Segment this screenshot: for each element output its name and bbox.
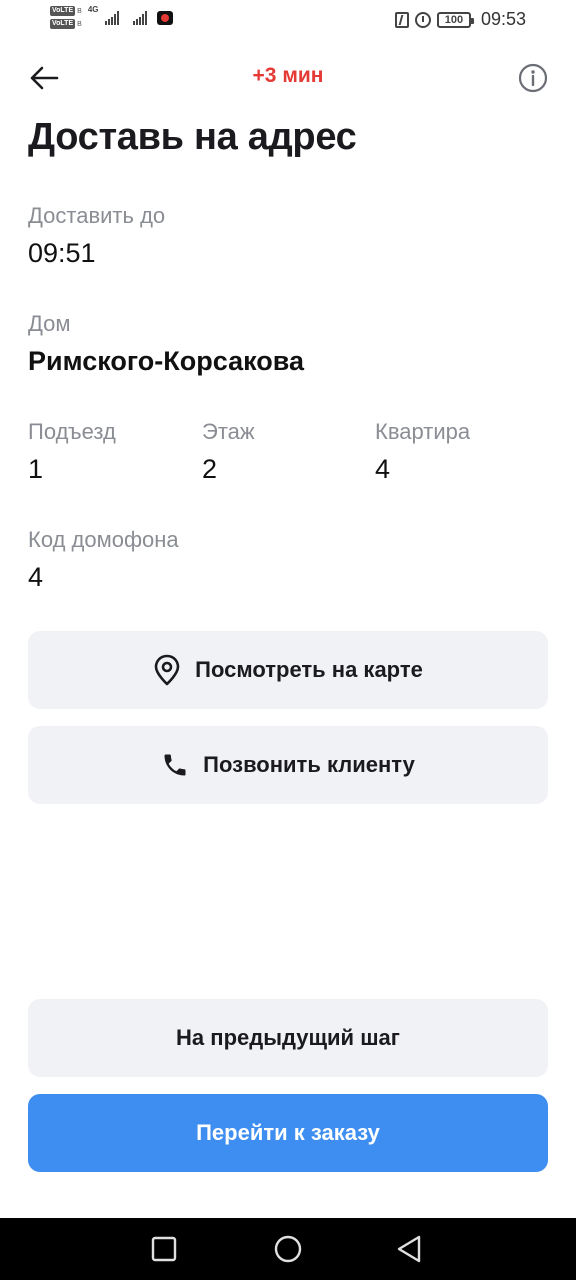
alarm-icon xyxy=(414,11,431,28)
call-client-label: Позвонить клиенту xyxy=(203,752,415,777)
apartment-value: 4 xyxy=(375,454,391,484)
floor-label: Этаж xyxy=(202,419,255,444)
deadline-value: 09:51 xyxy=(28,238,96,268)
volte-badge: VoLTE xyxy=(50,6,76,16)
triangle-back-icon xyxy=(397,1235,421,1263)
signal-icon xyxy=(105,10,120,25)
arrow-left-icon xyxy=(30,66,59,90)
battery-icon: 100 xyxy=(436,11,474,28)
nfc-icon xyxy=(394,11,409,28)
entrance-label: Подъезд xyxy=(28,419,116,444)
deadline-label: Доставить до xyxy=(28,203,166,228)
app-notification-icon xyxy=(157,10,174,25)
previous-step-label: На предыдущий шаг xyxy=(176,1025,400,1050)
entrance-value: 1 xyxy=(28,454,44,484)
status-bar: VoLTE B VoLTE B 4G 100 09:53 xyxy=(0,0,576,40)
status-time: 09:53 xyxy=(480,9,526,29)
intercom-value: 4 xyxy=(28,562,44,592)
call-client-button[interactable]: Позвонить клиенту xyxy=(28,726,548,804)
home-button[interactable] xyxy=(271,1232,305,1266)
info-icon xyxy=(518,63,548,93)
apartment-label: Квартира xyxy=(375,419,471,444)
view-on-map-label: Посмотреть на карте xyxy=(195,657,423,682)
intercom-label: Код домофона xyxy=(28,527,179,552)
map-pin-icon xyxy=(153,654,181,686)
circle-icon xyxy=(274,1235,302,1263)
page-title: Доставь на адрес xyxy=(28,116,357,158)
go-to-order-label: Перейти к заказу xyxy=(196,1120,380,1145)
floor-value: 2 xyxy=(202,454,218,484)
system-back-button[interactable] xyxy=(392,1232,426,1266)
network-type: 4G xyxy=(87,5,99,14)
delivery-screen: VoLTE B VoLTE B 4G 100 09:53 +3 мин Дост… xyxy=(0,0,576,1280)
square-icon xyxy=(151,1236,177,1262)
system-nav-bar xyxy=(0,1218,576,1280)
house-value: Римского-Корсакова xyxy=(28,346,304,376)
status-right: 100 09:53 xyxy=(394,9,526,30)
recents-button[interactable] xyxy=(147,1232,181,1266)
previous-step-button[interactable]: На предыдущий шаг xyxy=(28,999,548,1077)
go-to-order-button[interactable]: Перейти к заказу xyxy=(28,1094,548,1172)
signal-icon xyxy=(133,10,148,25)
info-button[interactable] xyxy=(518,63,548,93)
back-button[interactable] xyxy=(26,60,62,96)
timer-badge: +3 мин xyxy=(252,64,324,87)
view-on-map-button[interactable]: Посмотреть на карте xyxy=(28,631,548,709)
status-left: VoLTE B VoLTE B 4G xyxy=(50,5,174,29)
phone-icon xyxy=(161,751,189,779)
volte-badge: VoLTE xyxy=(50,19,76,29)
house-label: Дом xyxy=(28,311,71,336)
volte-indicators: VoLTE B VoLTE B xyxy=(50,6,82,29)
